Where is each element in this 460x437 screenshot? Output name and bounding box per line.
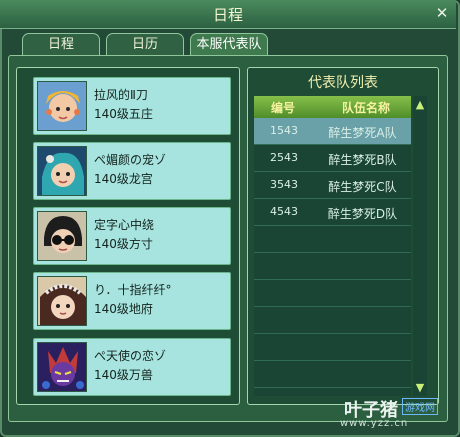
- table-row[interactable]: [254, 361, 411, 388]
- member-card[interactable]: ぺ天使の恋ゾ 140级万兽: [33, 338, 231, 396]
- table-row[interactable]: [254, 280, 411, 307]
- member-level: 140级五庄: [94, 107, 153, 121]
- column-header-id: 编号: [271, 101, 296, 115]
- tab-schedule[interactable]: 日程: [22, 33, 100, 55]
- table-row[interactable]: 1543 醉生梦死A队: [254, 118, 411, 145]
- member-card[interactable]: 拉风的Ⅱ刀 140级五庄: [33, 77, 231, 135]
- member-level: 140级地府: [94, 302, 153, 316]
- member-card[interactable]: り．十指纤纤° 140级地府: [33, 272, 231, 330]
- team-id: 4543: [270, 205, 298, 218]
- member-card[interactable]: ぺ媚颜の宠ゾ 140级龙宫: [33, 142, 231, 200]
- member-level: 140级方寸: [94, 237, 153, 251]
- table-row[interactable]: 2543 醉生梦死B队: [254, 145, 411, 172]
- member-avatar: [37, 276, 87, 326]
- team-name: 醉生梦死D队: [327, 207, 398, 221]
- member-level: 140级万兽: [94, 368, 153, 382]
- table-row[interactable]: [254, 226, 411, 253]
- member-name: 拉风的Ⅱ刀: [94, 88, 148, 102]
- team-table-header: 编号 队伍名称: [254, 96, 411, 118]
- title-bar: 日程 ✕: [0, 0, 456, 29]
- watermark: 叶子猪 游戏网 www.yzz.cn: [336, 396, 456, 432]
- team-name: 醉生梦死B队: [328, 153, 397, 167]
- window-title: 日程: [212, 6, 243, 24]
- scroll-down-icon[interactable]: ▼: [413, 381, 427, 395]
- table-row[interactable]: [254, 253, 411, 280]
- column-header-team-name: 队伍名称: [342, 101, 391, 115]
- team-id: 3543: [270, 178, 298, 191]
- team-id: 2543: [270, 151, 298, 164]
- table-row[interactable]: 4543 醉生梦死D队: [254, 199, 411, 226]
- team-id: 1543: [270, 124, 298, 137]
- member-name: ぺ媚颜の宠ゾ: [94, 153, 167, 167]
- member-name: 定字心中绕: [94, 218, 155, 232]
- tab-calendar[interactable]: 日历: [106, 33, 184, 55]
- table-row[interactable]: 3543 醉生梦死C队: [254, 172, 411, 199]
- tab-server-team[interactable]: 本服代表队: [190, 33, 268, 55]
- member-name: り．十指纤纤°: [94, 283, 172, 297]
- member-avatar: [37, 81, 87, 131]
- member-level: 140级龙宫: [94, 172, 153, 186]
- scroll-up-icon[interactable]: ▲: [413, 98, 427, 112]
- team-name: 醉生梦死A队: [328, 126, 397, 140]
- team-list-scrollbar[interactable]: [413, 96, 427, 396]
- table-row[interactable]: [254, 334, 411, 361]
- member-avatar: [37, 342, 87, 392]
- team-name: 醉生梦死C队: [328, 180, 397, 194]
- close-icon[interactable]: ✕: [434, 5, 450, 21]
- member-avatar: [37, 146, 87, 196]
- member-avatar: [37, 211, 87, 261]
- table-row[interactable]: [254, 307, 411, 334]
- team-list-title: 代表队列表: [308, 75, 378, 91]
- member-name: ぺ天使の恋ゾ: [94, 349, 167, 363]
- watermark-tag: 游戏网: [402, 398, 438, 415]
- watermark-url: www.yzz.cn: [340, 418, 409, 429]
- member-card[interactable]: 定字心中绕 140级方寸: [33, 207, 231, 265]
